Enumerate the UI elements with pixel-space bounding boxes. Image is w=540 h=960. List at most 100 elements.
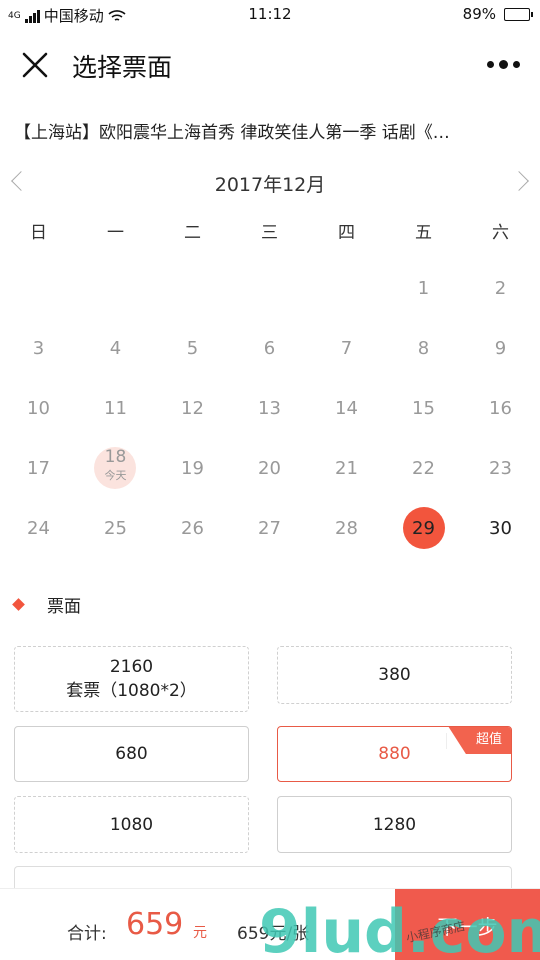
day-number: 9 — [494, 337, 507, 359]
calendar-grid: 1 2 3 4 5 6 7 8 9 10 11 12 13 14 15 16 17 18 今天 19 20 21 22 23 2… — [0, 258, 540, 558]
battery-icon — [504, 7, 533, 21]
weekday-header: 日一二三四五六 — [0, 218, 540, 243]
section-title: 票面 — [47, 597, 81, 617]
calendar-day[interactable]: 8 — [385, 318, 462, 378]
weekday-label: 五 — [415, 223, 432, 243]
status-bar: 4G 中国移动 11:12 89% — [0, 0, 540, 30]
calendar-empty-cell — [154, 258, 231, 318]
day-number: 19 — [181, 457, 204, 479]
calendar-day[interactable]: 1 — [385, 258, 462, 318]
ticket-section-header: 票面 — [12, 592, 81, 617]
ticket-note: 套票（1080*2） — [66, 681, 197, 701]
event-title: 【上海站】欧阳震华上海首秀 律政笑佳人第一季 话剧《… — [14, 123, 450, 143]
ticket-price: 680 — [115, 744, 148, 764]
weekday-label: 三 — [261, 223, 278, 243]
calendar-day[interactable]: 5 — [154, 318, 231, 378]
day-number: 5 — [186, 337, 199, 359]
day-number: 4 — [109, 337, 122, 359]
day-number: 18 — [104, 447, 127, 467]
calendar-day[interactable]: 9 — [462, 318, 539, 378]
calendar-day[interactable]: 7 — [308, 318, 385, 378]
page-header: 选择票面 — [0, 30, 540, 100]
diamond-icon — [12, 598, 25, 611]
day-number: 22 — [412, 457, 435, 479]
calendar-day[interactable]: 19 — [154, 438, 231, 498]
calendar-day[interactable]: 14 — [308, 378, 385, 438]
calendar-day[interactable]: 23 — [462, 438, 539, 498]
status-right: 89% — [463, 5, 533, 23]
calendar-day[interactable]: 11 — [77, 378, 154, 438]
ticket-price: 1080 — [109, 814, 154, 835]
more-icon[interactable] — [487, 60, 520, 69]
day-number: 11 — [104, 397, 127, 419]
calendar-day[interactable]: 2 — [462, 258, 539, 318]
ticket-price: 2160 — [109, 657, 154, 677]
total-price: 659 — [126, 907, 184, 942]
total-label: 合计: — [67, 924, 107, 944]
day-number: 14 — [335, 397, 358, 419]
day-number: 21 — [335, 457, 358, 479]
status-time: 11:12 — [248, 5, 292, 23]
day-number: 2 — [494, 277, 507, 299]
calendar-day[interactable]: 21 — [308, 438, 385, 498]
calendar-day[interactable]: 4 — [77, 318, 154, 378]
calendar-empty-cell — [0, 258, 77, 318]
badge-divider — [446, 733, 447, 749]
calendar-day[interactable]: 25 — [77, 498, 154, 558]
weekday-label: 二 — [184, 223, 201, 243]
total-unit: 元 — [193, 925, 207, 941]
day-number: 6 — [263, 337, 276, 359]
calendar-day[interactable]: 30 — [462, 498, 539, 558]
calendar-day[interactable]: 28 — [308, 498, 385, 558]
calendar-nav: 2017年12月 — [0, 168, 540, 200]
calendar-day[interactable]: 27 — [231, 498, 308, 558]
calendar-day[interactable]: 13 — [231, 378, 308, 438]
weekday-label: 四 — [338, 223, 355, 243]
calendar-empty-cell — [308, 258, 385, 318]
value-badge: 超值 — [448, 727, 511, 754]
ticket-price: 880 — [378, 744, 411, 764]
weekday-label: 一 — [107, 223, 124, 243]
day-number: 3 — [32, 337, 45, 359]
today-label: 今天 — [104, 469, 127, 482]
close-icon[interactable] — [22, 52, 48, 78]
calendar-day[interactable]: 16 — [462, 378, 539, 438]
day-number: 24 — [27, 517, 50, 539]
calendar-day[interactable]: 24 — [0, 498, 77, 558]
page-title: 选择票面 — [72, 53, 173, 82]
day-number: 17 — [27, 457, 50, 479]
calendar-day[interactable]: 20 — [231, 438, 308, 498]
weekday-label: 日 — [30, 223, 47, 243]
calendar-day[interactable]: 6 — [231, 318, 308, 378]
calendar-day[interactable]: 26 — [154, 498, 231, 558]
day-number: 30 — [489, 517, 512, 539]
calendar-day[interactable]: 15 — [385, 378, 462, 438]
day-number: 29 — [412, 517, 435, 539]
day-number: 12 — [181, 397, 204, 419]
ticket-option-380[interactable]: 380 — [277, 646, 512, 704]
day-number: 13 — [258, 397, 281, 419]
day-number: 1 — [417, 277, 430, 299]
ticket-option-1280[interactable]: 1280 — [277, 796, 512, 853]
calendar-day[interactable]: 22 — [385, 438, 462, 498]
ticket-option-1080[interactable]: 1080 — [14, 796, 249, 853]
ticket-option-2160[interactable]: 2160 套票（1080*2） — [14, 646, 249, 712]
calendar-day[interactable]: 3 — [0, 318, 77, 378]
day-number: 16 — [489, 397, 512, 419]
day-number: 20 — [258, 457, 281, 479]
weekday-label: 六 — [492, 223, 509, 243]
calendar-day[interactable]: 17 — [0, 438, 77, 498]
ticket-option-680[interactable]: 680 — [14, 726, 249, 782]
calendar-day-today[interactable]: 18 今天 — [77, 438, 154, 498]
calendar-day[interactable]: 12 — [154, 378, 231, 438]
unit-price: 659元/张 — [237, 924, 310, 944]
day-number: 23 — [489, 457, 512, 479]
calendar-empty-cell — [231, 258, 308, 318]
calendar-month: 2017年12月 — [214, 174, 326, 196]
calendar-day[interactable]: 10 — [0, 378, 77, 438]
calendar-day-selected[interactable]: 29 — [385, 498, 462, 558]
ticket-option-880[interactable]: 880 超值 — [277, 726, 512, 782]
next-button[interactable]: 下一步 — [395, 889, 540, 960]
footer-bar: 合计: 659 元 659元/张 下一步 — [0, 888, 540, 960]
day-number: 26 — [181, 517, 204, 539]
